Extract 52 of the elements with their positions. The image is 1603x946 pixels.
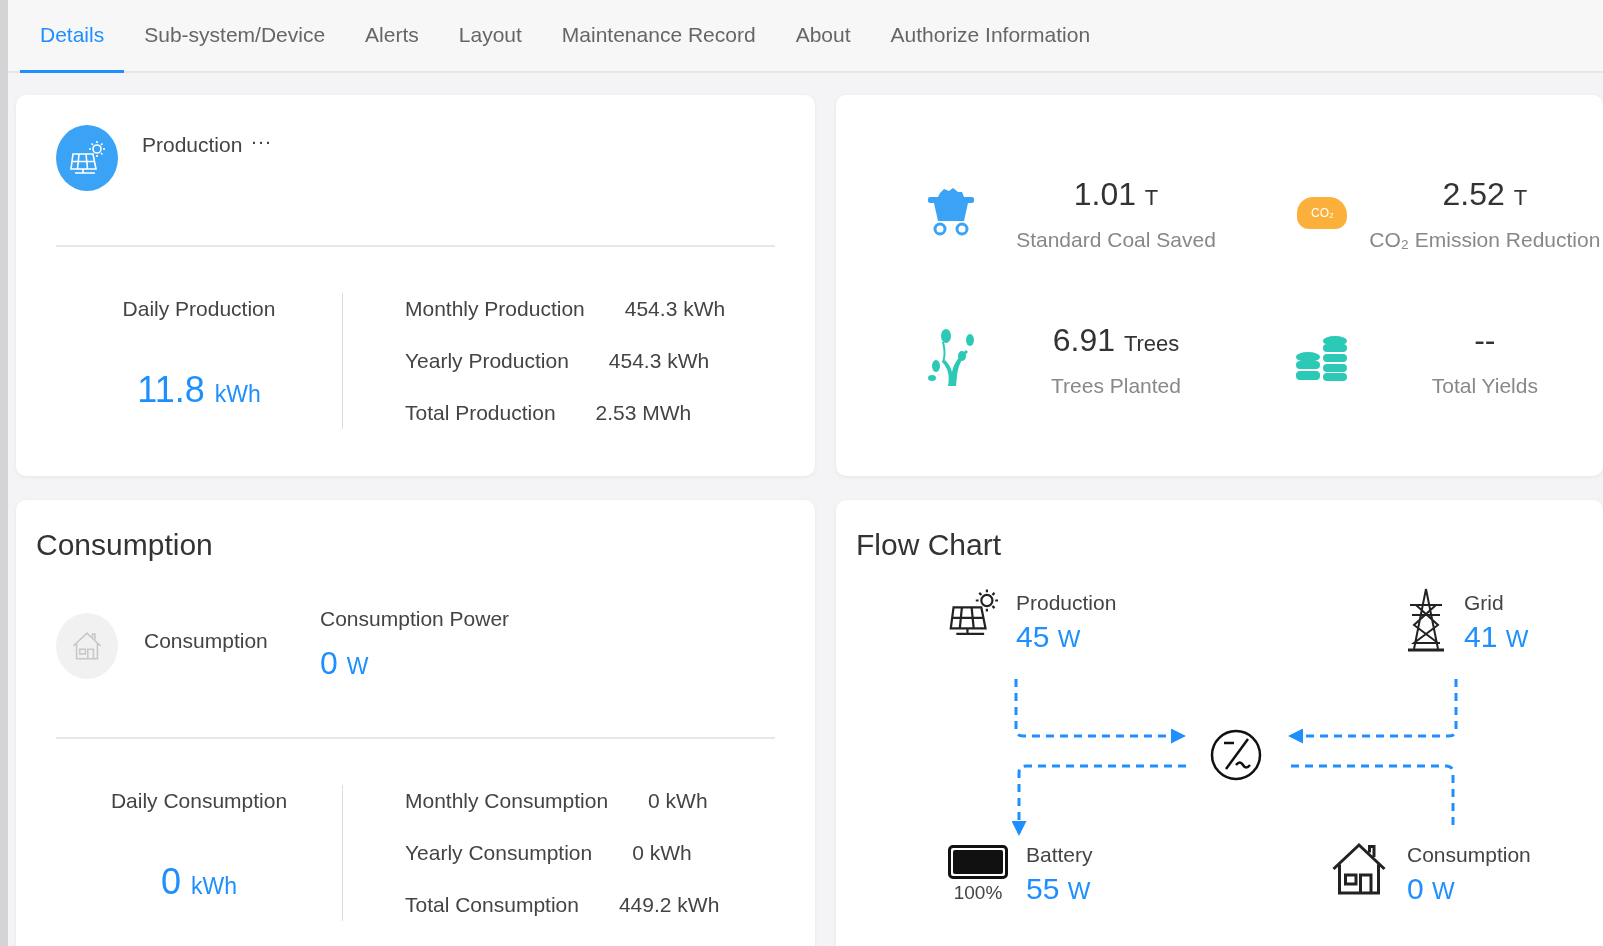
node-value: 45 W <box>1016 618 1081 655</box>
node-value: 55 W <box>1026 870 1091 907</box>
tab[interactable]: Details <box>20 0 125 73</box>
card-title: Flow Chart <box>856 527 1003 563</box>
coins-icon <box>1295 335 1350 382</box>
tree-icon <box>926 328 976 389</box>
consumption-stat-label: Total Consumption <box>405 892 579 919</box>
stat-label: CO₂ Emission Reduction <box>1369 227 1601 253</box>
consumption-name: Consumption <box>144 628 269 654</box>
co2-cloud-icon: CO₂ <box>1297 196 1348 229</box>
production-daily-label: Daily Production <box>122 296 276 322</box>
tab[interactable]: Maintenance Record <box>541 0 776 73</box>
production-stat-value: 454.3 kWh <box>624 296 726 323</box>
stat-value: -- <box>1474 320 1496 360</box>
card-title: Production <box>142 132 243 158</box>
production-daily-value: 11.8 kWh <box>137 367 261 412</box>
node-label: Grid <box>1464 590 1505 616</box>
node-value: 0 W <box>1407 870 1455 907</box>
consumption-stat-value: 0 kWh <box>648 788 708 815</box>
production-stat-label: Total Production <box>405 400 556 427</box>
consumption-power-value: 0 W <box>320 643 370 683</box>
stat-label: Total Yields <box>1431 372 1538 399</box>
stat-label: Standard Coal Saved <box>1016 227 1216 253</box>
consumption-stat-label: Monthly Consumption <box>405 788 609 815</box>
production-stat-label: Monthly Production <box>405 296 585 323</box>
tab[interactable]: Alerts <box>345 0 439 73</box>
stat-value: 6.91 Trees <box>1052 320 1180 360</box>
production-stat-value: 454.3 kWh <box>608 348 710 375</box>
consumption-power-label: Consumption Power <box>320 606 510 632</box>
node-label: Consumption <box>1407 842 1531 868</box>
more-icon[interactable]: ··· <box>250 125 272 245</box>
consumption-stat-label: Yearly Consumption <box>405 840 593 867</box>
consumption-stat-value: 449.2 kWh <box>618 892 720 919</box>
production-stat-label: Yearly Production <box>405 348 569 375</box>
consumption-stat-value: 0 kWh <box>632 840 692 867</box>
tab[interactable]: Authorize Information <box>870 0 1111 73</box>
consumption-daily-value: 0 kWh <box>161 859 237 904</box>
consumption-daily-label: Daily Consumption <box>110 788 288 814</box>
inverter-icon <box>1210 729 1262 781</box>
node-label: Production <box>1016 590 1117 616</box>
production-stat-value: 2.53 MWh <box>595 400 692 427</box>
tab[interactable]: About <box>775 0 871 73</box>
stat-label: Trees Planted <box>1051 372 1181 399</box>
card-title: Consumption <box>36 527 214 563</box>
tab[interactable]: Sub-system/Device <box>124 0 346 73</box>
stat-value: 2.52 T <box>1442 175 1528 214</box>
node-value: 41 W <box>1464 618 1529 655</box>
node-label: Battery <box>1026 842 1093 868</box>
pylon-icon <box>1406 587 1446 653</box>
battery-percent: 100% <box>952 881 1004 905</box>
stat-value: 1.01 T <box>1073 175 1159 214</box>
tab[interactable]: Layout <box>438 0 542 73</box>
